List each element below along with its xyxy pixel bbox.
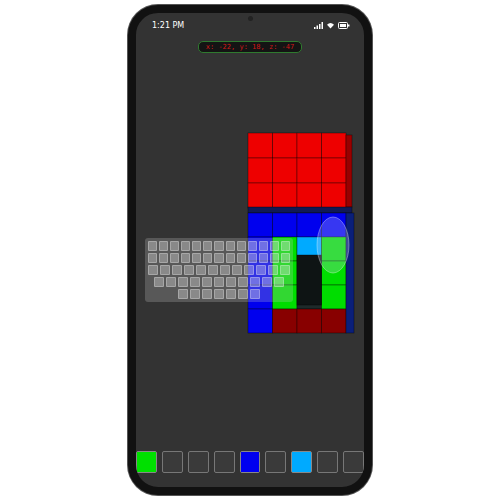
keyboard-key[interactable] bbox=[166, 277, 176, 287]
keyboard-key[interactable] bbox=[226, 289, 236, 299]
keyboard-key[interactable] bbox=[192, 253, 201, 263]
coordinates-display: x: -22, y: 18, z: -47 bbox=[198, 41, 303, 53]
keyboard-key[interactable] bbox=[226, 253, 235, 263]
keyboard-key[interactable] bbox=[232, 265, 242, 275]
hotbar-slot[interactable] bbox=[214, 451, 235, 473]
keyboard-key[interactable] bbox=[214, 241, 223, 251]
keyboard-key[interactable] bbox=[268, 265, 278, 275]
keyboard-key[interactable] bbox=[274, 277, 284, 287]
keyboard-key[interactable] bbox=[159, 253, 168, 263]
clock: 1:21 PM bbox=[152, 21, 184, 30]
game-viewport[interactable] bbox=[136, 53, 364, 451]
keyboard-key[interactable] bbox=[256, 265, 266, 275]
keyboard-key[interactable] bbox=[181, 253, 190, 263]
keyboard-key[interactable] bbox=[203, 253, 212, 263]
keyboard-key[interactable] bbox=[190, 289, 200, 299]
keyboard-key[interactable] bbox=[238, 277, 248, 287]
keyboard-key[interactable] bbox=[178, 289, 188, 299]
keyboard-key[interactable] bbox=[178, 277, 188, 287]
keyboard-key[interactable] bbox=[281, 253, 290, 263]
keyboard-key[interactable] bbox=[208, 265, 218, 275]
keyboard-key[interactable] bbox=[250, 277, 260, 287]
block-swatch bbox=[241, 452, 260, 472]
keyboard-key[interactable] bbox=[170, 253, 179, 263]
keyboard-key[interactable] bbox=[226, 241, 235, 251]
keyboard-key[interactable] bbox=[226, 277, 236, 287]
keyboard-key[interactable] bbox=[196, 265, 206, 275]
keyboard-key[interactable] bbox=[250, 289, 260, 299]
camera-icon bbox=[248, 16, 253, 21]
keyboard-key[interactable] bbox=[181, 241, 190, 251]
block-swatch bbox=[137, 452, 156, 472]
keyboard-key[interactable] bbox=[172, 265, 182, 275]
status-icons bbox=[314, 22, 350, 29]
hotbar-slot[interactable] bbox=[343, 451, 364, 473]
keyboard-key[interactable] bbox=[270, 253, 279, 263]
keyboard-key[interactable] bbox=[248, 253, 257, 263]
keyboard-key[interactable] bbox=[214, 277, 224, 287]
keyboard-key[interactable] bbox=[154, 277, 164, 287]
keyboard-key[interactable] bbox=[190, 277, 200, 287]
hotbar-slot[interactable] bbox=[291, 451, 312, 473]
keyboard-key[interactable] bbox=[192, 241, 201, 251]
keyboard-key[interactable] bbox=[160, 265, 170, 275]
keyboard-key[interactable] bbox=[214, 289, 224, 299]
coordinates-row: x: -22, y: 18, z: -47 bbox=[136, 33, 364, 53]
keyboard-key[interactable] bbox=[248, 241, 257, 251]
keyboard-key[interactable] bbox=[202, 289, 212, 299]
keyboard-key[interactable] bbox=[148, 265, 158, 275]
keyboard-row bbox=[148, 289, 290, 299]
hotbar-slot[interactable] bbox=[188, 451, 209, 473]
keyboard-row bbox=[148, 265, 290, 275]
keyboard-key[interactable] bbox=[237, 241, 246, 251]
hotbar-slot[interactable] bbox=[240, 451, 261, 473]
keyboard-key[interactable] bbox=[148, 253, 157, 263]
keyboard-key[interactable] bbox=[259, 253, 268, 263]
keyboard-key[interactable] bbox=[237, 253, 246, 263]
phone-frame: 1:21 PM x: -22, y: 18, z: -47 bbox=[128, 5, 372, 495]
keyboard-key[interactable] bbox=[238, 289, 248, 299]
keyboard-key[interactable] bbox=[281, 241, 290, 251]
hotbar-slot[interactable] bbox=[136, 451, 157, 473]
keyboard-key[interactable] bbox=[159, 241, 168, 251]
keyboard-row bbox=[148, 241, 290, 251]
keyboard-key[interactable] bbox=[280, 265, 290, 275]
block-swatch bbox=[292, 452, 311, 472]
battery-icon bbox=[338, 22, 350, 29]
keyboard-key[interactable] bbox=[262, 277, 272, 287]
hotbar-slot[interactable] bbox=[317, 451, 338, 473]
keyboard-key[interactable] bbox=[244, 265, 254, 275]
signal-icon bbox=[314, 22, 323, 29]
keyboard-key[interactable] bbox=[184, 265, 194, 275]
wifi-icon bbox=[326, 22, 335, 29]
keyboard-overlay[interactable] bbox=[145, 238, 293, 302]
keyboard-key[interactable] bbox=[259, 241, 268, 251]
hotbar bbox=[136, 451, 364, 487]
keyboard-key[interactable] bbox=[170, 241, 179, 251]
keyboard-key[interactable] bbox=[220, 265, 230, 275]
keyboard-key[interactable] bbox=[203, 241, 212, 251]
keyboard-key[interactable] bbox=[270, 241, 279, 251]
keyboard-row bbox=[148, 253, 290, 263]
keyboard-row bbox=[148, 277, 290, 287]
keyboard-key[interactable] bbox=[148, 241, 157, 251]
hotbar-slot[interactable] bbox=[162, 451, 183, 473]
keyboard-key[interactable] bbox=[214, 253, 223, 263]
keyboard-key[interactable] bbox=[202, 277, 212, 287]
hotbar-slot[interactable] bbox=[265, 451, 286, 473]
